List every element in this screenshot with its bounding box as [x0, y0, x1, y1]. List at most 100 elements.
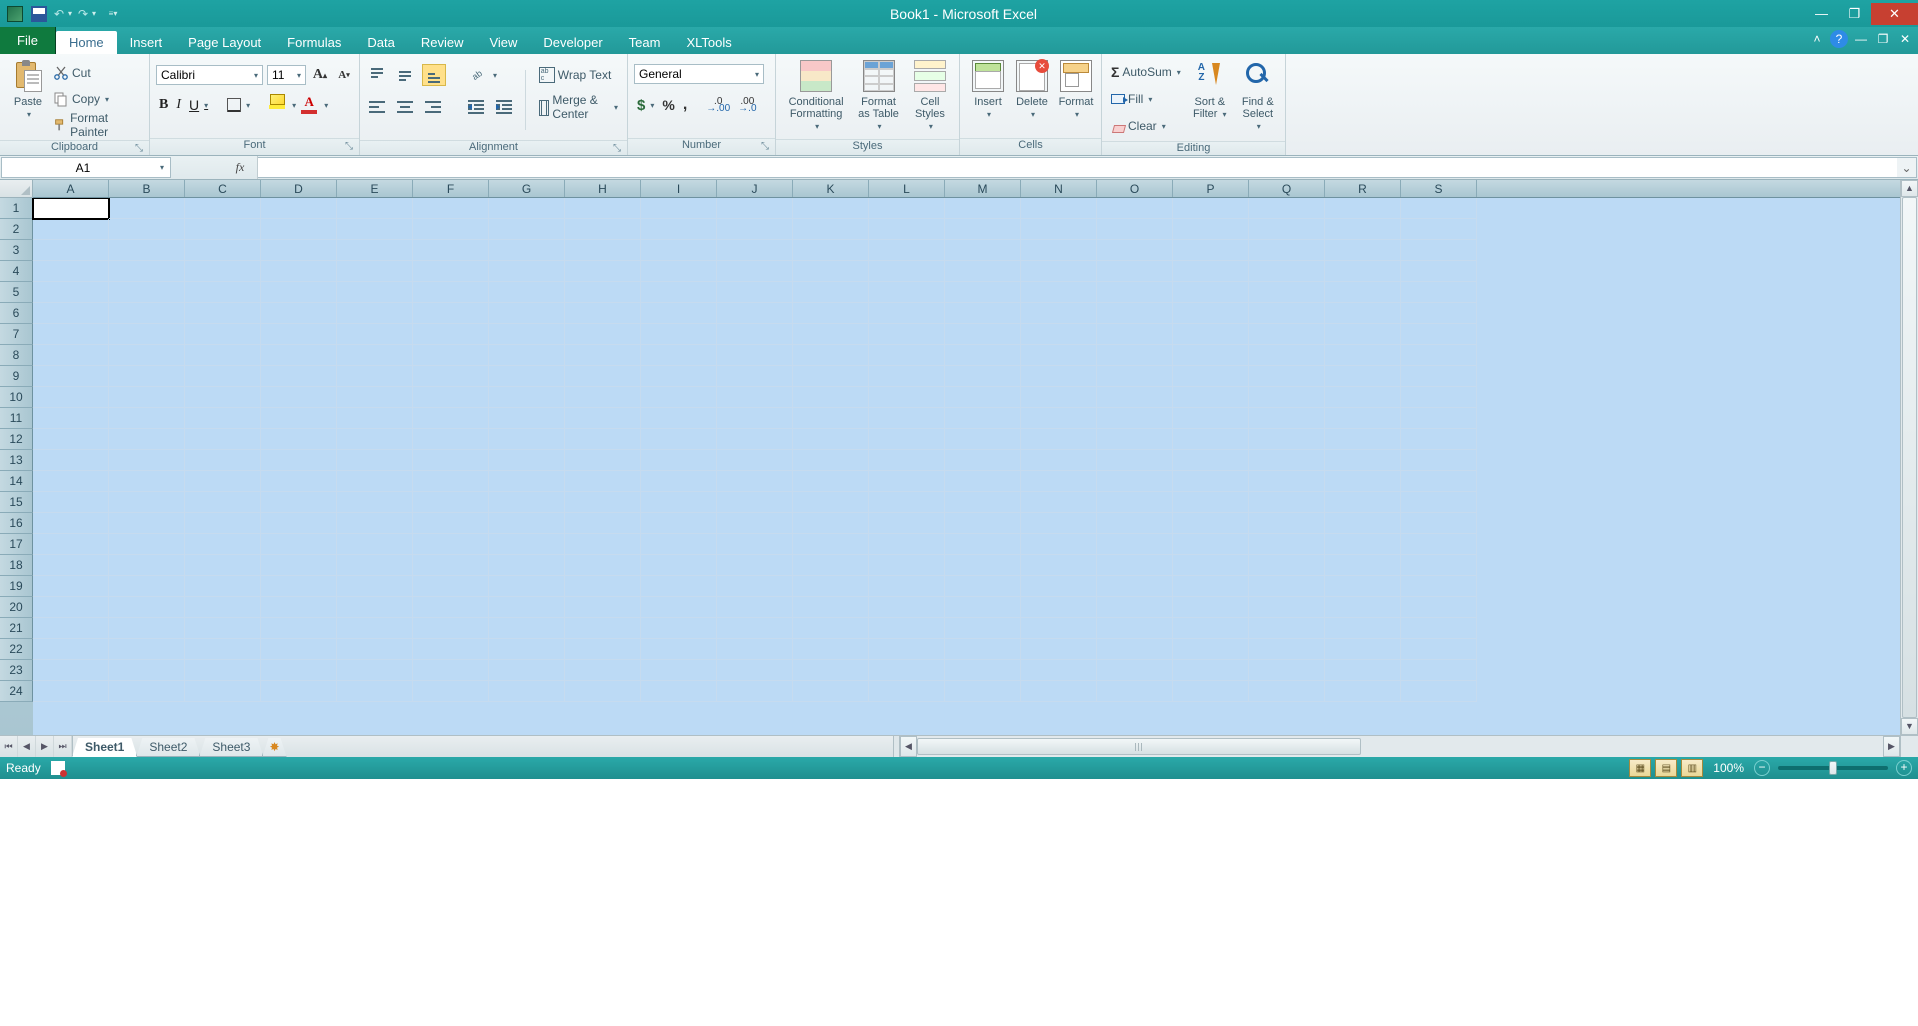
cell[interactable] [1173, 303, 1249, 324]
cell[interactable] [33, 345, 109, 366]
cell[interactable] [1173, 366, 1249, 387]
cell[interactable] [185, 366, 261, 387]
cell[interactable] [717, 303, 793, 324]
cell[interactable] [489, 660, 565, 681]
cell[interactable] [1249, 597, 1325, 618]
cell[interactable] [185, 513, 261, 534]
cell[interactable] [185, 681, 261, 702]
cell[interactable] [1249, 639, 1325, 660]
tab-file[interactable]: File [0, 27, 56, 54]
cell[interactable] [489, 429, 565, 450]
cell[interactable] [489, 555, 565, 576]
merge-center-button[interactable]: Merge & Center▾ [536, 96, 621, 118]
cell[interactable] [945, 387, 1021, 408]
cell[interactable] [185, 471, 261, 492]
cell[interactable] [109, 597, 185, 618]
cell[interactable] [793, 597, 869, 618]
cell-styles-button[interactable]: Cell Styles ▾ [907, 58, 953, 135]
chevron-down-icon[interactable]: ▾ [105, 95, 109, 104]
cell[interactable] [1249, 471, 1325, 492]
column-header[interactable]: A [33, 180, 109, 197]
sheet-nav-last[interactable]: ⏭ [54, 736, 72, 757]
cell[interactable] [337, 387, 413, 408]
scroll-down-button[interactable]: ▼ [1901, 718, 1918, 735]
cell[interactable] [489, 471, 565, 492]
cell[interactable] [565, 366, 641, 387]
cell[interactable] [945, 345, 1021, 366]
cell[interactable] [489, 408, 565, 429]
cell[interactable] [413, 303, 489, 324]
zoom-level[interactable]: 100% [1707, 761, 1750, 775]
row-header[interactable]: 19 [0, 576, 33, 597]
cell[interactable] [1097, 513, 1173, 534]
cell[interactable] [337, 660, 413, 681]
cell[interactable] [1097, 429, 1173, 450]
cell[interactable] [337, 366, 413, 387]
cell[interactable] [869, 597, 945, 618]
cell[interactable] [717, 681, 793, 702]
cell[interactable] [565, 261, 641, 282]
cell[interactable] [1097, 408, 1173, 429]
cell[interactable] [565, 429, 641, 450]
hscroll-left-button[interactable]: ◀ [900, 736, 917, 757]
cell[interactable] [565, 513, 641, 534]
cell[interactable] [869, 534, 945, 555]
cell[interactable] [1097, 576, 1173, 597]
cell[interactable] [565, 198, 641, 219]
cell[interactable] [717, 240, 793, 261]
autosum-button[interactable]: ΣAutoSum▾ [1108, 61, 1184, 83]
formula-input[interactable] [258, 157, 1897, 178]
cell[interactable] [1173, 408, 1249, 429]
cell[interactable] [1173, 597, 1249, 618]
cell[interactable] [1249, 660, 1325, 681]
cell[interactable] [869, 219, 945, 240]
align-center-button[interactable] [394, 96, 416, 118]
row-header[interactable]: 10 [0, 387, 33, 408]
cell[interactable] [1173, 198, 1249, 219]
cut-button[interactable]: Cut [50, 62, 143, 84]
cell[interactable] [261, 345, 337, 366]
decrease-indent-button[interactable] [465, 96, 487, 118]
column-header[interactable]: R [1325, 180, 1401, 197]
cell[interactable] [717, 639, 793, 660]
cell[interactable] [109, 282, 185, 303]
format-as-table-button[interactable]: Format as Table ▾ [850, 58, 907, 135]
cell[interactable] [793, 387, 869, 408]
sheet-tab[interactable]: Sheet2 [136, 738, 200, 757]
cell[interactable] [185, 576, 261, 597]
cell[interactable] [717, 660, 793, 681]
cell[interactable] [1097, 555, 1173, 576]
cell[interactable] [413, 660, 489, 681]
cell[interactable] [413, 198, 489, 219]
row-header[interactable]: 17 [0, 534, 33, 555]
cell[interactable] [565, 450, 641, 471]
cell[interactable] [33, 471, 109, 492]
cell[interactable] [945, 450, 1021, 471]
workbook-close-button[interactable]: ✕ [1896, 30, 1914, 48]
cell[interactable] [793, 513, 869, 534]
cell[interactable] [413, 219, 489, 240]
cell[interactable] [1097, 324, 1173, 345]
cell[interactable] [1325, 240, 1401, 261]
row-header[interactable]: 8 [0, 345, 33, 366]
cell[interactable] [1249, 282, 1325, 303]
align-bottom-button[interactable] [422, 64, 446, 86]
cell[interactable] [33, 597, 109, 618]
cell[interactable] [185, 618, 261, 639]
cell[interactable] [185, 240, 261, 261]
dialog-launcher-icon[interactable]: ⤡ [343, 141, 355, 153]
cell[interactable] [1097, 261, 1173, 282]
cell[interactable] [33, 618, 109, 639]
cell[interactable] [641, 261, 717, 282]
column-header[interactable]: E [337, 180, 413, 197]
cell[interactable] [1325, 408, 1401, 429]
cell[interactable] [869, 429, 945, 450]
cell[interactable] [1097, 345, 1173, 366]
cell[interactable] [261, 492, 337, 513]
window-close-button[interactable]: ✕ [1871, 3, 1918, 25]
cell[interactable] [717, 555, 793, 576]
cell[interactable] [869, 324, 945, 345]
column-header[interactable]: C [185, 180, 261, 197]
cell[interactable] [1173, 219, 1249, 240]
cell[interactable] [641, 429, 717, 450]
